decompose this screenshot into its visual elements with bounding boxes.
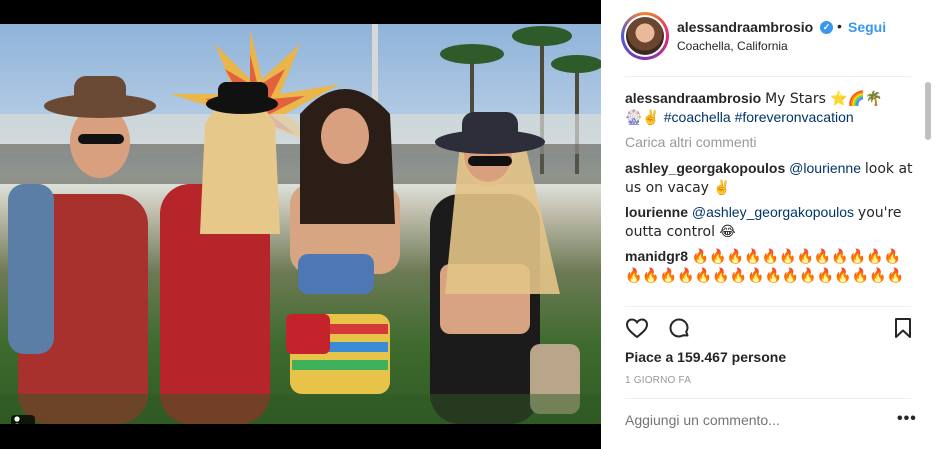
load-more-comments-button[interactable]: Carica altri commenti xyxy=(625,133,917,151)
comment-username[interactable]: ashley_georgakopoulos xyxy=(625,160,785,176)
actions-divider xyxy=(625,306,911,307)
post-photo[interactable] xyxy=(0,24,601,424)
follow-button[interactable]: Segui xyxy=(848,19,886,35)
more-options-button[interactable]: ••• xyxy=(897,410,917,428)
post-header: alessandraambrosio ✓ • Segui Coachella, … xyxy=(601,0,935,76)
hashtag-foreveronvacation[interactable]: #foreveronvacation xyxy=(735,109,854,125)
comment-item: lourienne @ashley_georgakopoulos you're … xyxy=(625,203,917,241)
comment-box-divider xyxy=(625,398,911,399)
tagged-users-button[interactable] xyxy=(11,415,35,424)
separator-dot: • xyxy=(837,18,842,34)
comment-username[interactable]: manidgr8 xyxy=(625,248,688,264)
save-button[interactable] xyxy=(891,316,915,340)
post-side-panel: alessandraambrosio ✓ • Segui Coachella, … xyxy=(601,0,935,449)
avatar-story-ring[interactable] xyxy=(621,12,669,60)
comment-username[interactable]: lourienne xyxy=(625,204,688,220)
bookmark-icon xyxy=(895,318,911,338)
location-link[interactable]: Coachella, California xyxy=(677,39,788,53)
like-button[interactable] xyxy=(625,316,649,340)
photo-illustration xyxy=(0,24,601,424)
post-media[interactable] xyxy=(0,0,601,449)
post-actions xyxy=(625,316,915,342)
likes-count[interactable]: Piace a 159.467 persone xyxy=(625,349,786,365)
heart-icon xyxy=(625,318,649,339)
hashtag-coachella[interactable]: #coachella xyxy=(664,109,731,125)
header-divider xyxy=(625,76,911,77)
avatar-image xyxy=(626,17,664,55)
comments-list[interactable]: alessandraambrosio My Stars ⭐🌈🌴 🎡✌️ #coa… xyxy=(625,89,917,301)
comment-item: ashley_georgakopoulos @lourienne look at… xyxy=(625,159,917,197)
comment-icon xyxy=(669,318,689,338)
comment-item: manidgr8 🔥🔥🔥🔥🔥🔥🔥🔥🔥🔥🔥🔥🔥🔥🔥🔥🔥🔥🔥🔥🔥🔥🔥🔥🔥🔥🔥🔥 xyxy=(625,247,917,285)
username-link[interactable]: alessandraambrosio xyxy=(677,19,813,35)
comment-mention[interactable]: @lourienne xyxy=(789,160,861,176)
comment-mention[interactable]: @ashley_georgakopoulos xyxy=(692,204,854,220)
caption-text: My Stars ⭐🌈🌴 xyxy=(765,91,883,107)
person-icon xyxy=(14,416,20,424)
caption: alessandraambrosio My Stars ⭐🌈🌴 🎡✌️ #coa… xyxy=(625,89,917,127)
add-comment-input[interactable] xyxy=(625,412,885,428)
avatar[interactable] xyxy=(624,15,666,57)
comment-button[interactable] xyxy=(667,316,691,340)
post-timestamp[interactable]: 1 GIORNO FA xyxy=(625,375,691,386)
caption-username[interactable]: alessandraambrosio xyxy=(625,90,761,106)
post-modal: alessandraambrosio ✓ • Segui Coachella, … xyxy=(0,0,935,449)
caption-text-line2: 🎡✌️ xyxy=(625,110,660,126)
verified-badge-icon: ✓ xyxy=(820,21,833,34)
comments-scrollbar[interactable] xyxy=(925,82,931,140)
